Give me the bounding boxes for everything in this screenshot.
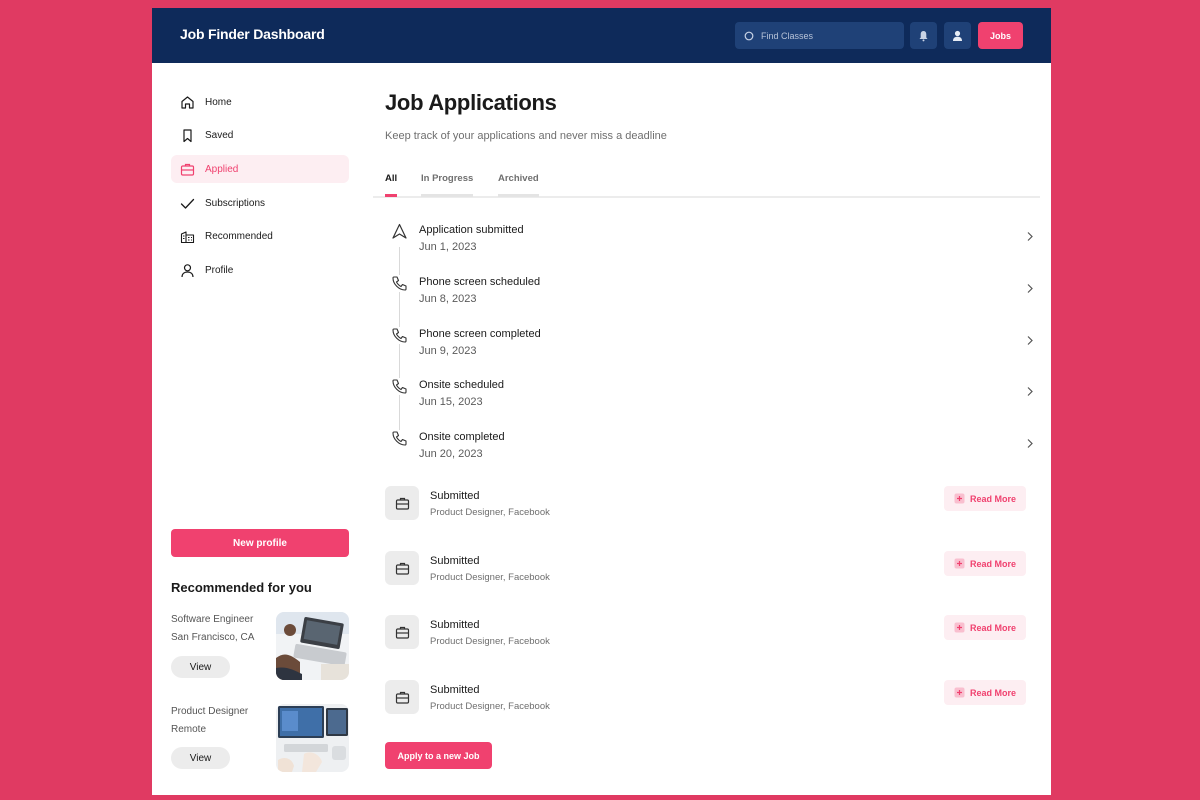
chevron-right-icon[interactable]	[1026, 335, 1034, 346]
application-role: Product Designer, Facebook	[430, 701, 550, 712]
tab-bar: All In Progress Archived	[373, 171, 1040, 198]
app-title: Job Finder Dashboard	[180, 26, 325, 42]
chevron-right-icon[interactable]	[1026, 438, 1034, 449]
sidebar-item-recommended[interactable]: Recommended	[171, 223, 349, 251]
plus-icon	[954, 622, 965, 633]
briefcase-icon	[385, 486, 419, 520]
briefcase-icon	[385, 680, 419, 714]
phone-icon	[391, 378, 408, 395]
timeline-date: Jun 1, 2023	[419, 241, 477, 253]
sidebar-item-label: Saved	[205, 130, 234, 142]
read-more-button[interactable]: Read More	[944, 551, 1026, 576]
timeline-title: Phone screen completed	[419, 328, 541, 340]
briefcase-icon	[385, 615, 419, 649]
timeline-title: Onsite scheduled	[419, 379, 504, 391]
sidebar-item-label: Home	[205, 96, 232, 108]
view-button[interactable]: View	[171, 747, 230, 769]
new-profile-button[interactable]: New profile	[171, 529, 349, 557]
phone-icon	[391, 275, 408, 292]
job-thumbnail	[276, 612, 349, 680]
jobs-button[interactable]: Jobs	[978, 22, 1023, 49]
plus-icon	[954, 687, 965, 698]
read-more-label: Read More	[969, 687, 1016, 698]
search-input[interactable]	[761, 30, 891, 41]
sidebar-item-label: Subscriptions	[205, 197, 266, 209]
timeline-item[interactable]: Phone screen scheduled Jun 8, 2023	[385, 274, 1035, 318]
application-status: Submitted	[430, 684, 480, 696]
job-thumbnail	[276, 704, 349, 772]
read-more-button[interactable]: Read More	[944, 615, 1026, 640]
tab-in-progress[interactable]: In Progress	[421, 173, 474, 197]
application-status: Submitted	[430, 555, 480, 567]
sidebar-item-subscriptions[interactable]: Subscriptions	[171, 189, 349, 217]
timeline-date: Jun 20, 2023	[419, 448, 483, 460]
recommended-card: Software Engineer San Francisco, CA View	[171, 611, 349, 683]
chevron-right-icon[interactable]	[1026, 231, 1034, 242]
timeline-item[interactable]: Application submitted Jun 1, 2023	[385, 222, 1035, 266]
timeline-title: Phone screen scheduled	[419, 276, 541, 288]
account-button[interactable]	[944, 22, 971, 49]
sidebar-item-label: Profile	[205, 264, 234, 276]
timeline-title: Application submitted	[419, 224, 524, 236]
timeline-item[interactable]: Onsite scheduled Jun 15, 2023	[385, 377, 1035, 421]
send-icon	[391, 223, 408, 240]
read-more-button[interactable]: Read More	[944, 486, 1026, 511]
check-icon	[180, 198, 195, 209]
plus-icon	[954, 493, 965, 504]
top-bar: Job Finder Dashboard Jobs	[152, 8, 1051, 63]
recommended-card: Product Designer Remote View	[171, 703, 349, 775]
application-row: Submitted Product Designer, Facebook Rea…	[385, 615, 1026, 651]
tab-archived[interactable]: Archived	[498, 173, 539, 197]
timeline-item[interactable]: Onsite completed Jun 20, 2023	[385, 429, 1035, 473]
timeline-title: Onsite completed	[419, 431, 505, 443]
user-icon	[181, 264, 194, 277]
application-role: Product Designer, Facebook	[430, 572, 550, 583]
app-window: Job Finder Dashboard Jobs Home Saved App…	[152, 8, 1051, 795]
page-title: Job Applications	[385, 90, 557, 115]
timeline-date: Jun 8, 2023	[419, 293, 477, 305]
briefcase-icon	[180, 163, 195, 176]
read-more-label: Read More	[969, 493, 1016, 504]
plus-icon	[954, 558, 965, 569]
read-more-button[interactable]: Read More	[944, 680, 1026, 705]
tab-all[interactable]: All	[385, 173, 398, 197]
search-icon	[744, 31, 754, 40]
timeline-date: Jun 9, 2023	[419, 345, 477, 357]
timeline-date: Jun 15, 2023	[419, 396, 483, 408]
apply-new-job-button[interactable]: Apply to a new Job	[385, 742, 492, 769]
sidebar-nav: Home Saved Applied Subscriptions Recomme…	[171, 88, 349, 290]
bookmark-icon	[183, 129, 192, 143]
application-status: Submitted	[430, 619, 480, 631]
application-role: Product Designer, Facebook	[430, 636, 550, 647]
user-icon	[953, 30, 962, 41]
sidebar-item-label: Recommended	[205, 231, 273, 243]
timeline-item[interactable]: Phone screen completed Jun 9, 2023	[385, 326, 1035, 370]
application-role: Product Designer, Facebook	[430, 507, 550, 518]
notifications-button[interactable]	[910, 22, 937, 49]
sidebar-item-saved[interactable]: Saved	[171, 122, 349, 150]
application-status: Submitted	[430, 490, 480, 502]
read-more-label: Read More	[969, 558, 1016, 569]
sidebar-item-applied[interactable]: Applied	[171, 155, 349, 184]
briefcase-icon	[385, 551, 419, 585]
buildings-icon	[180, 231, 195, 244]
home-icon	[181, 95, 194, 109]
phone-icon	[391, 327, 408, 344]
view-button[interactable]: View	[171, 656, 230, 678]
sidebar-item-profile[interactable]: Profile	[171, 256, 349, 284]
phone-icon	[391, 430, 408, 447]
application-row: Submitted Product Designer, Facebook Rea…	[385, 486, 1026, 522]
recommended-heading: Recommended for you	[171, 580, 312, 595]
search-box[interactable]	[735, 22, 904, 49]
application-row: Submitted Product Designer, Facebook Rea…	[385, 680, 1026, 716]
chevron-right-icon[interactable]	[1026, 386, 1034, 397]
read-more-label: Read More	[969, 622, 1016, 633]
bell-icon	[919, 30, 928, 41]
sidebar-item-label: Applied	[205, 163, 239, 175]
application-row: Submitted Product Designer, Facebook Rea…	[385, 551, 1026, 587]
chevron-right-icon[interactable]	[1026, 283, 1034, 294]
page-subtitle: Keep track of your applications and neve…	[385, 130, 667, 142]
sidebar-item-home[interactable]: Home	[171, 88, 349, 116]
